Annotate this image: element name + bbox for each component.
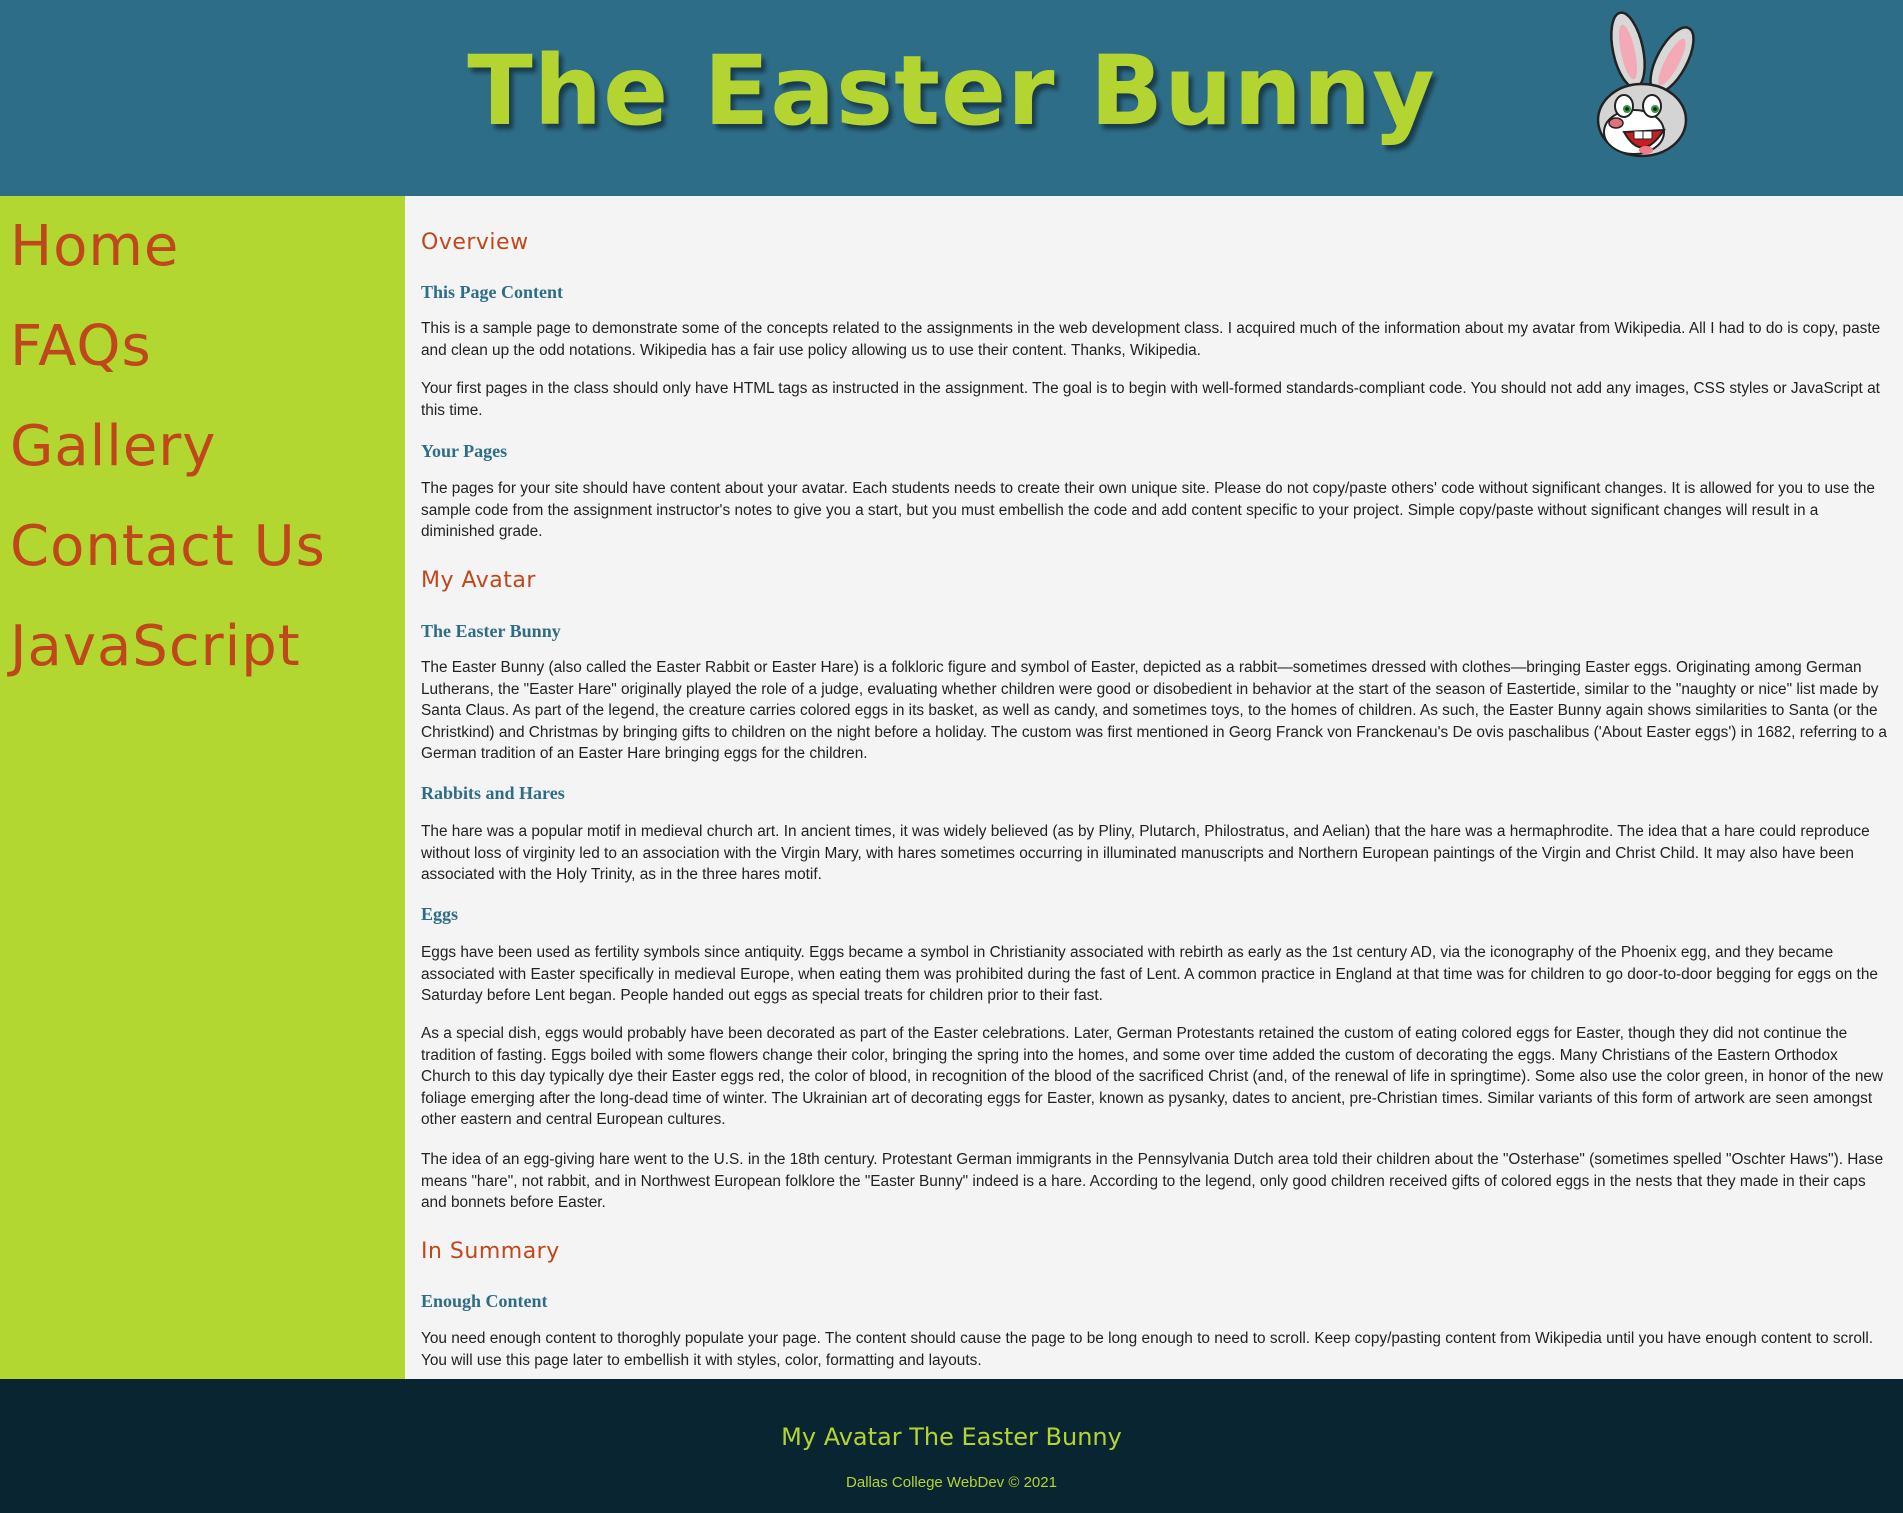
nav-link-gallery[interactable]: Gallery	[10, 414, 216, 479]
my-avatar-heading: My Avatar	[421, 568, 536, 593]
nav-item-home: Home	[10, 212, 179, 282]
nav-link-contact-us[interactable]: Contact Us	[10, 514, 326, 579]
this-page-content-heading: This Page Content	[421, 282, 564, 302]
eggs-paragraph-3: The idea of an egg-giving hare went to t…	[421, 1151, 1884, 1211]
your-pages-heading: Your Pages	[421, 441, 508, 461]
rabbits-and-hares-paragraph: The hare was a popular motif in medieval…	[421, 823, 1870, 883]
rabbits-and-hares-heading: Rabbits and Hares	[421, 783, 565, 803]
your-pages-paragraph: The pages for your site should have cont…	[421, 480, 1875, 540]
footer-copyright: Dallas College WebDev © 2021	[846, 1474, 1057, 1491]
nav-link-javascript[interactable]: JavaScript	[10, 614, 301, 679]
site-footer: My Avatar The Easter Bunny Dallas Colleg…	[0, 1379, 1903, 1513]
nav-link-faqs[interactable]: FAQs	[10, 314, 152, 379]
enough-content-paragraph: You need enough content to thoroghly pop…	[421, 1330, 1874, 1369]
bunny-head-icon	[1596, 11, 1695, 158]
in-summary-heading: In Summary	[421, 1239, 560, 1264]
sidebar: Home FAQs Gallery Contact Us JavaScript	[0, 196, 405, 1379]
eggs-heading: Eggs	[421, 904, 459, 924]
nav-item-faqs: FAQs	[10, 312, 152, 382]
eggs-paragraph-2: As a special dish, eggs would probably h…	[421, 1025, 1884, 1128]
main-content: Overview This Page Content This is a sam…	[405, 196, 1903, 1379]
easter-bunny-heading: The Easter Bunny	[421, 621, 561, 641]
this-page-content-paragraph-1: This is a sample page to demonstrate som…	[421, 320, 1881, 359]
enough-content-heading: Enough Content	[421, 1291, 548, 1311]
nav-item-javascript: JavaScript	[10, 612, 301, 682]
this-page-content-paragraph-2: Your first pages in the class should onl…	[421, 380, 1880, 419]
site-header: The Easter Bunny	[0, 0, 1903, 196]
overview-heading: Overview	[421, 230, 529, 255]
nav-item-gallery: Gallery	[10, 412, 216, 482]
nav-link-home[interactable]: Home	[10, 214, 179, 279]
eggs-paragraph-1: Eggs have been used as fertility symbols…	[421, 944, 1878, 1004]
footer-title: My Avatar The Easter Bunny	[781, 1423, 1122, 1451]
nav-item-contact-us: Contact Us	[10, 512, 326, 582]
easter-bunny-paragraph: The Easter Bunny (also called the Easter…	[421, 659, 1887, 762]
